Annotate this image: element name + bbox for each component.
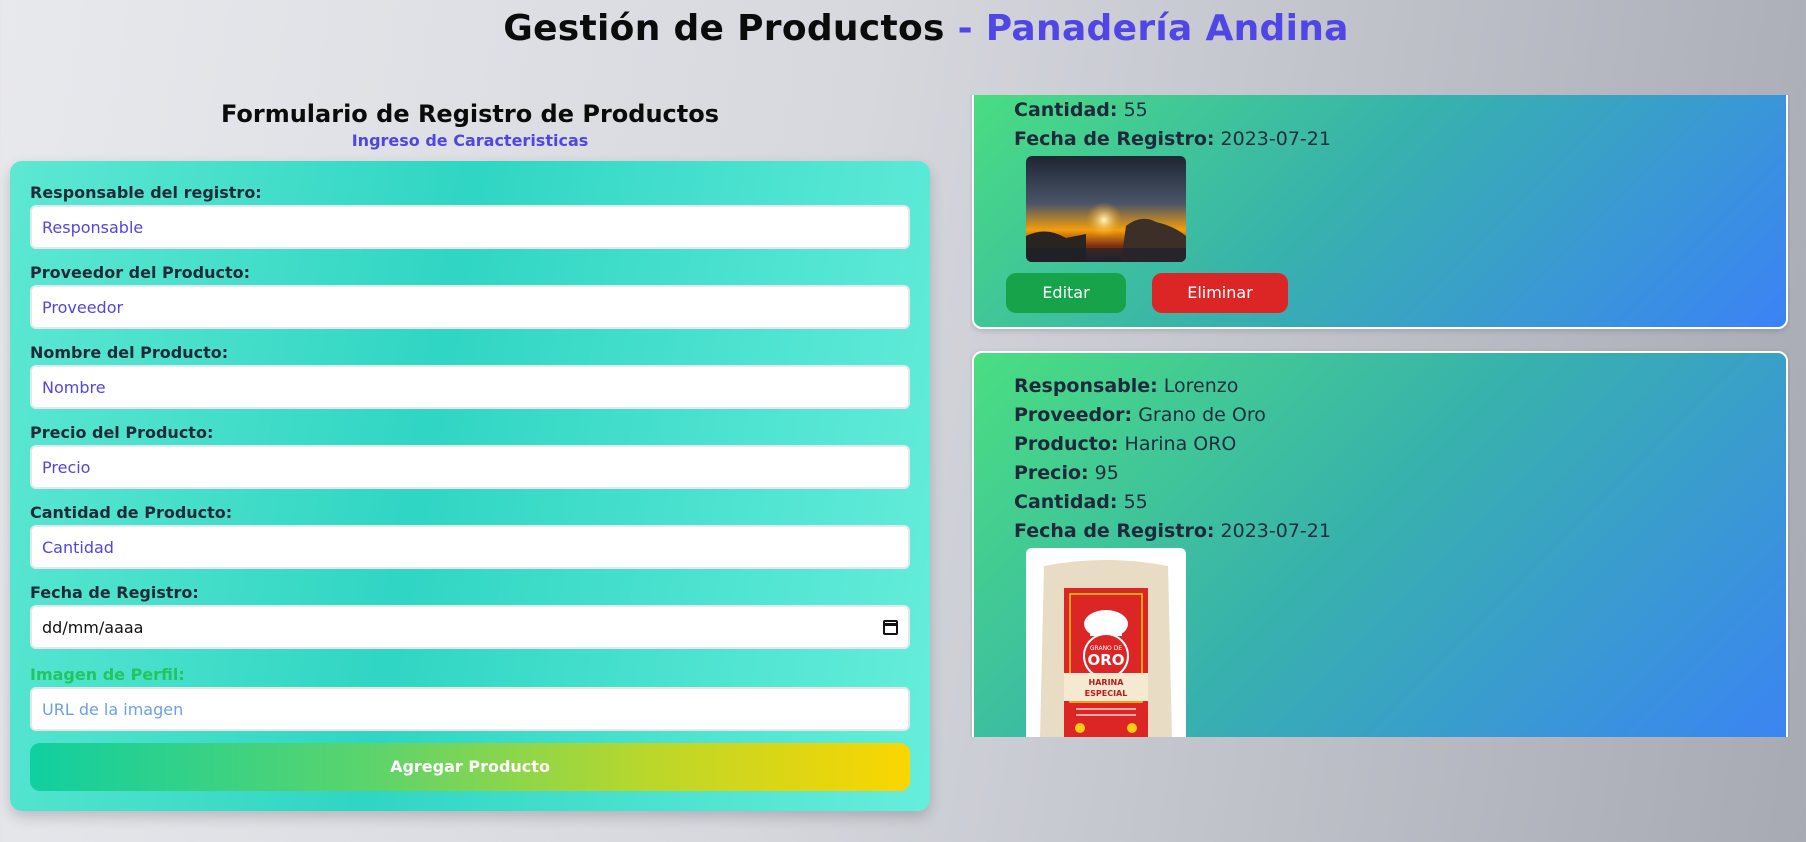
field-cantidad: Cantidad de Producto: Cantidad [30, 503, 910, 569]
card-producto: Producto: Harina ORO [1014, 433, 1237, 455]
field-label: Nombre del Producto: [30, 343, 229, 362]
product-image: GRANO DE ORO HARINA ESPECIAL [1026, 548, 1186, 737]
fecha-input[interactable]: dd/mm/aaaa [30, 605, 910, 649]
card-cantidad: Cantidad: 55 [1014, 491, 1148, 513]
flour-bag-image: GRANO DE ORO HARINA ESPECIAL [1026, 548, 1186, 737]
field-fecha: Fecha de Registro: dd/mm/aaaa [30, 583, 910, 649]
field-precio: Precio del Producto: Precio [30, 423, 910, 489]
calendar-icon[interactable] [883, 619, 898, 635]
product-card: Cantidad: 55 Fecha de Registro: 2023-07-… [972, 95, 1788, 329]
product-list[interactable]: Cantidad: 55 Fecha de Registro: 2023-07-… [970, 95, 1790, 737]
card-fecha: Fecha de Registro: 2023-07-21 [1014, 128, 1331, 150]
field-label: Cantidad de Producto: [30, 503, 233, 522]
field-responsable: Responsable del registro: Responsable [30, 183, 910, 249]
card-responsable: Responsable: Lorenzo [1014, 375, 1239, 397]
field-imagen: Imagen de Perfil: URL de la imagen [30, 665, 910, 731]
bag-product-line1: HARINA [1089, 678, 1125, 687]
field-proveedor: Proveedor del Producto: Proveedor [30, 263, 910, 329]
field-label: Imagen de Perfil: [30, 665, 185, 684]
card-proveedor: Proveedor: Grano de Oro [1014, 404, 1266, 426]
cantidad-input[interactable]: Cantidad [30, 525, 910, 569]
responsable-input[interactable]: Responsable [30, 205, 910, 249]
delete-button[interactable]: Eliminar [1152, 273, 1288, 313]
field-label: Proveedor del Producto: [30, 263, 250, 282]
field-label: Precio del Producto: [30, 423, 214, 442]
precio-input[interactable]: Precio [30, 445, 910, 489]
bag-brand-large: ORO [1087, 651, 1124, 669]
add-product-button[interactable]: Agregar Producto [30, 743, 910, 791]
card-cantidad: Cantidad: 55 [1014, 99, 1148, 121]
product-card: Responsable: Lorenzo Proveedor: Grano de… [972, 351, 1788, 737]
card-precio: Precio: 95 [1014, 462, 1119, 484]
page-title-main: Gestión de Productos [503, 8, 945, 49]
date-placeholder: dd/mm/aaaa [42, 617, 144, 637]
sunset-image [1026, 156, 1186, 262]
field-nombre: Nombre del Producto: Nombre [30, 343, 910, 409]
proveedor-input[interactable]: Proveedor [30, 285, 910, 329]
card-fecha: Fecha de Registro: 2023-07-21 [1014, 520, 1331, 542]
nombre-input[interactable]: Nombre [30, 365, 910, 409]
product-form: Responsable del registro: Responsable Pr… [10, 161, 930, 811]
page-title-accent: - Panadería Andina [957, 8, 1349, 49]
bag-product-line2: ESPECIAL [1085, 689, 1128, 698]
field-label: Fecha de Registro: [30, 583, 199, 602]
imagen-url-input[interactable]: URL de la imagen [30, 687, 910, 731]
page-title: Gestión de Productos - Panadería Andina [0, 8, 1806, 49]
edit-button[interactable]: Editar [1006, 273, 1126, 313]
form-subtitle: Ingreso de Caracteristicas [351, 131, 589, 150]
form-title: Formulario de Registro de Productos [220, 100, 720, 128]
form-heading: Formulario de Registro de Productos Ingr… [10, 100, 930, 150]
product-image [1026, 156, 1186, 262]
field-label: Responsable del registro: [30, 183, 262, 202]
